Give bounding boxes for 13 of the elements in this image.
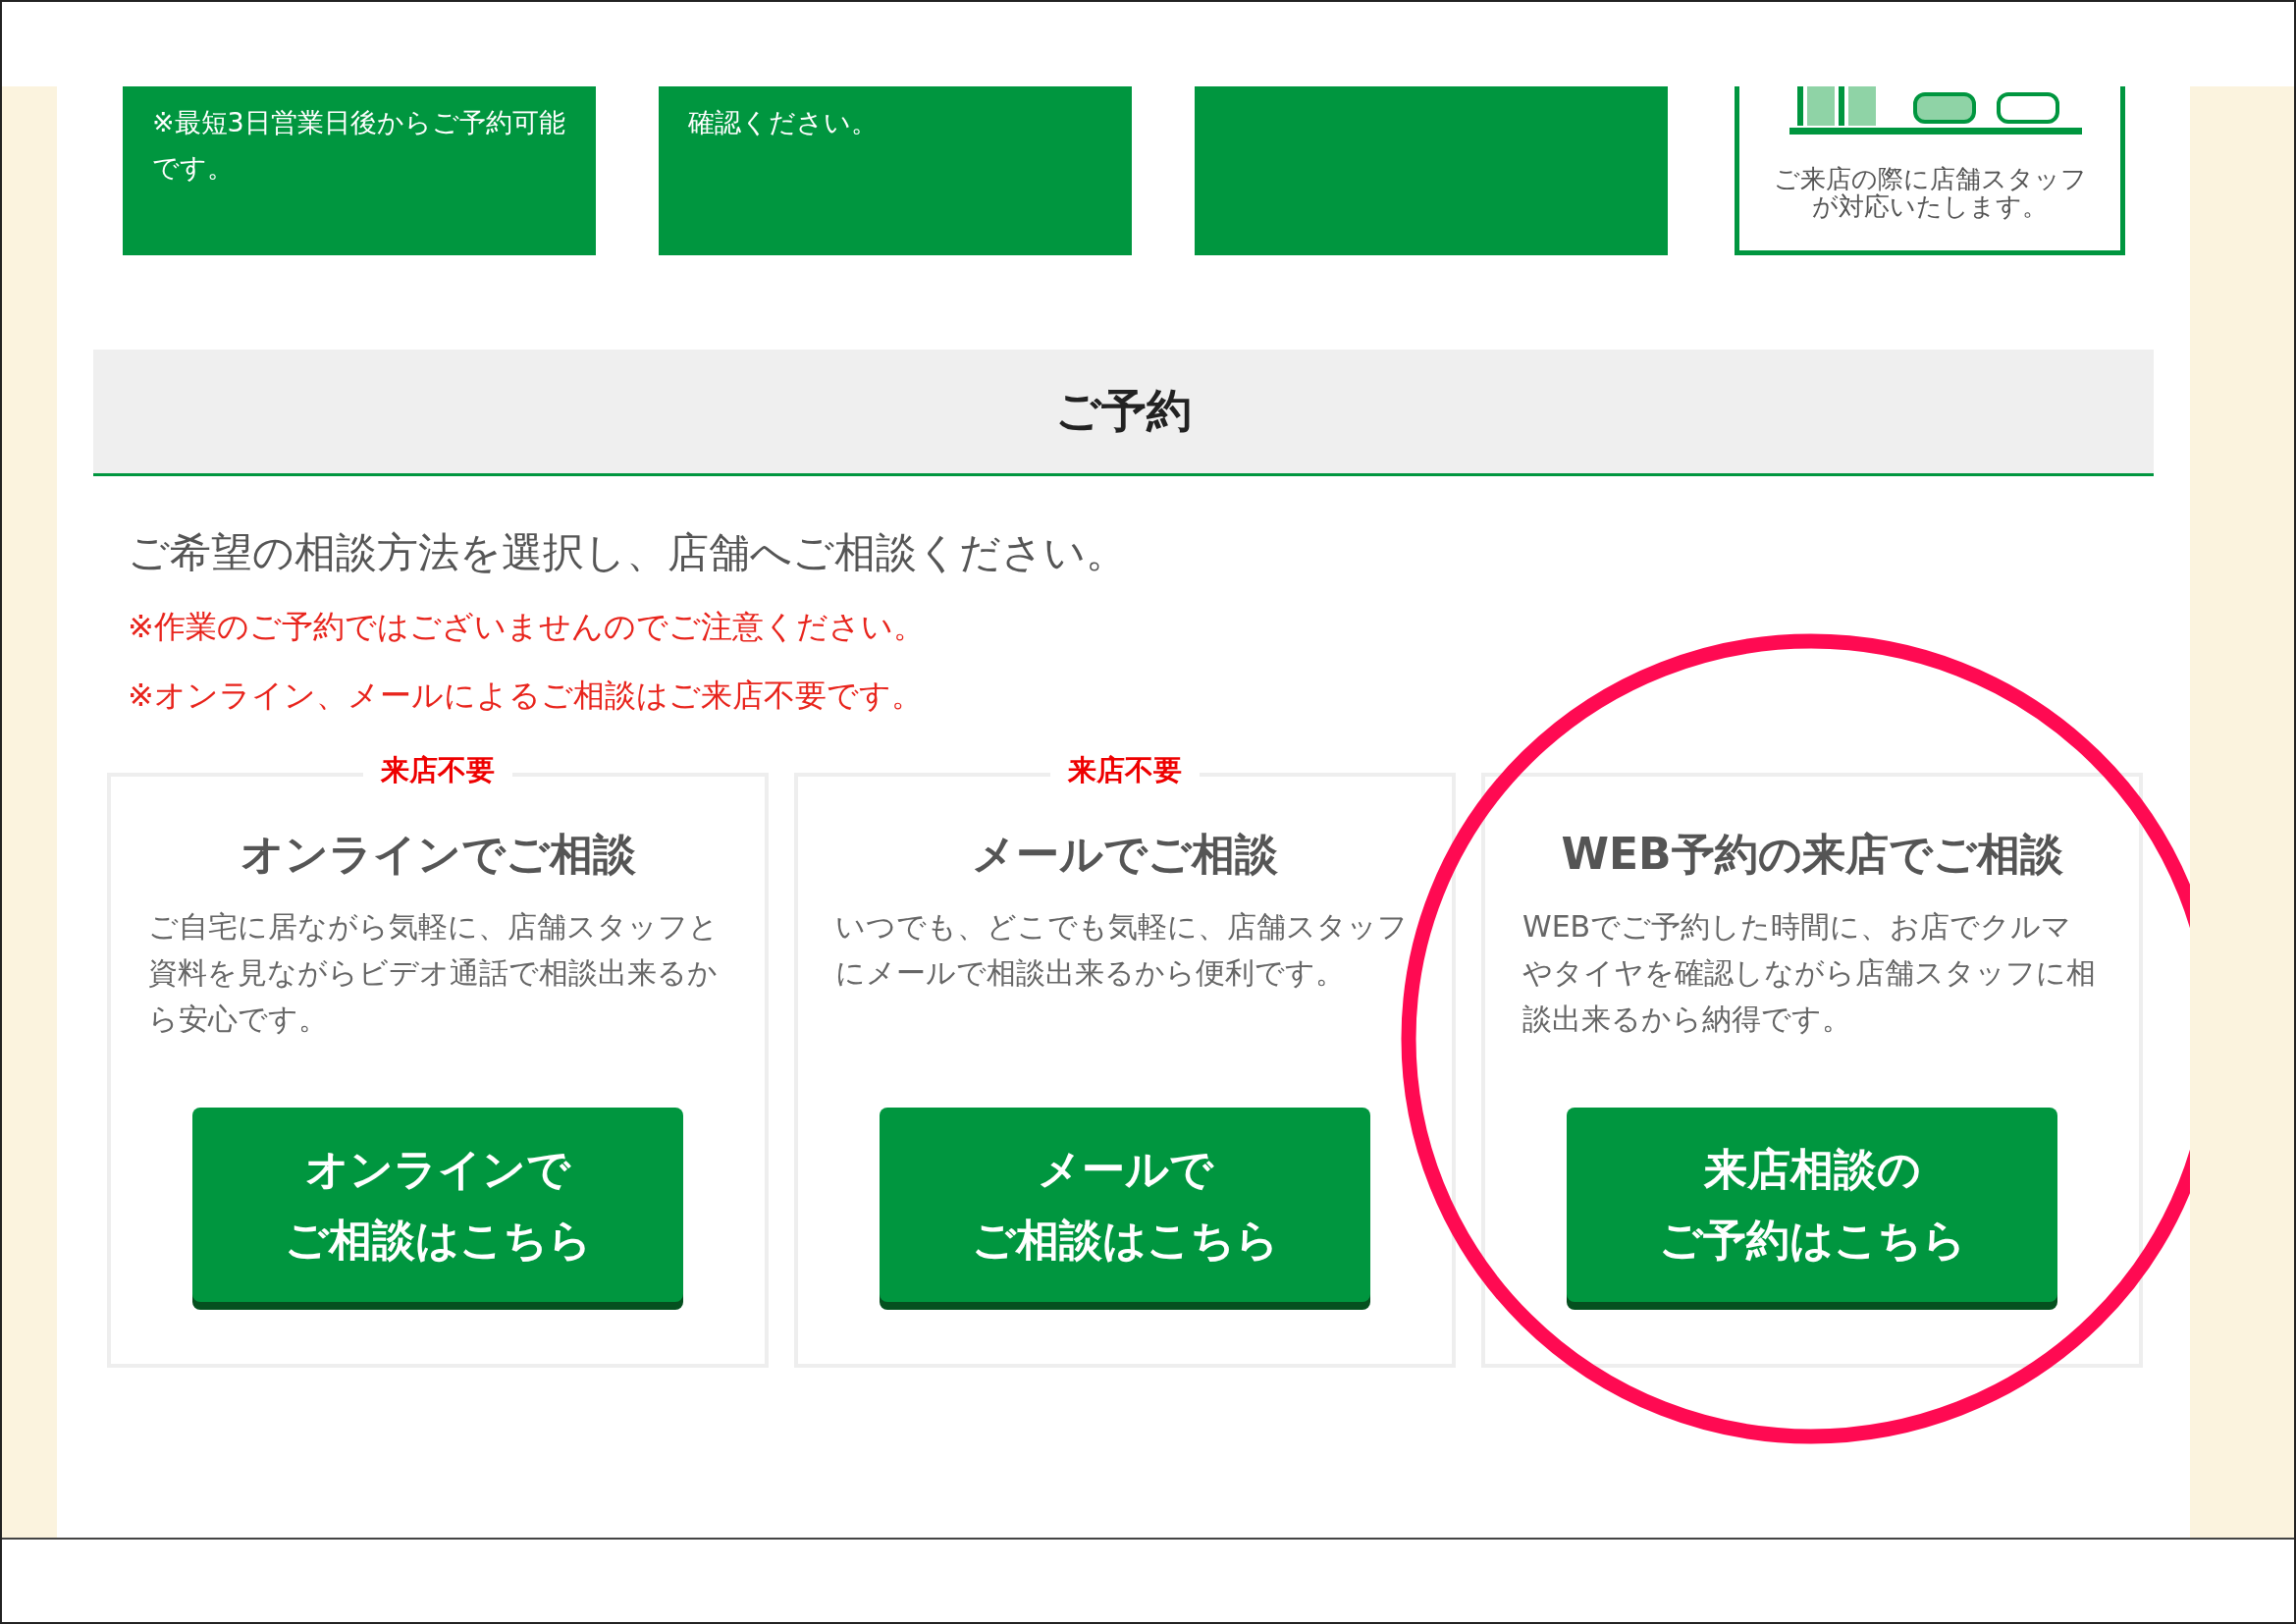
- section-title: ご予約: [1055, 383, 1192, 439]
- option-title: メールでご相談: [972, 828, 1278, 881]
- step-text: ご来店の際に店舗スタッフが対応いたします。: [1772, 165, 2088, 220]
- note-text: ※オンライン、メールによるご相談はご来店不要です。: [128, 676, 924, 716]
- option-title: オンラインでご相談: [240, 828, 636, 881]
- option-description: WEBでご予約した時間に、お店でクルマやタイヤを確認しながら店舗スタッフに相談出来るから納得です。: [1522, 908, 2097, 1038]
- option-title: WEB予約の来店でご相談: [1561, 828, 2063, 881]
- intro-text: ご希望の相談方法を選択し、店舗へご相談ください。: [128, 527, 1128, 578]
- option-description: いつでも、どこでも気軽に、店舗スタッフにメールで相談出来るから便利です。: [835, 908, 1409, 992]
- note-text: ※作業のご予約ではございませんのでご注意ください。: [128, 607, 926, 647]
- step-text: ※最短3日営業日後からご予約可能です。: [152, 107, 565, 183]
- option-description: ご自宅に居ながら気軽に、店舗スタッフと資料を見ながらビデオ通話で相談出来るから安心です。: [148, 908, 720, 1038]
- step-text: 確認ください。: [688, 107, 878, 137]
